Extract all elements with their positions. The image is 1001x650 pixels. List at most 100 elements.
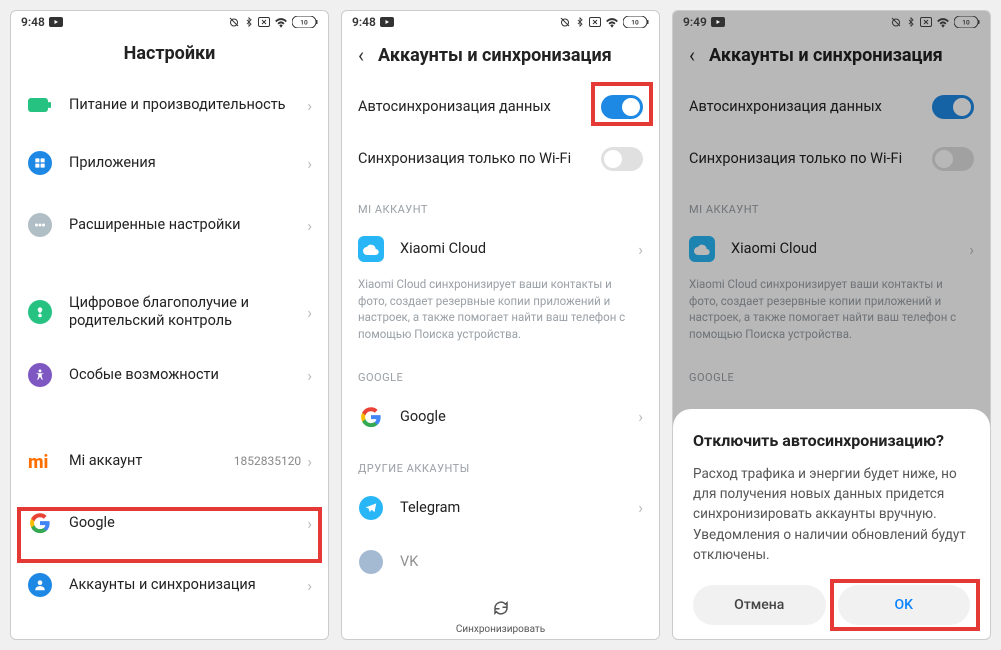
alarm-off-icon bbox=[228, 16, 240, 28]
mi-icon: mi bbox=[27, 448, 53, 474]
wifi-sync-toggle[interactable] bbox=[601, 147, 643, 171]
back-button[interactable]: ‹ bbox=[358, 43, 364, 67]
account-id: 1852835120 bbox=[234, 454, 301, 468]
section-mi: MI АККАУНТ bbox=[342, 185, 659, 222]
chevron-right-icon: › bbox=[969, 240, 974, 259]
row-label: Автосинхронизация данных bbox=[358, 98, 601, 116]
cloud-icon bbox=[689, 236, 715, 262]
row-autosync[interactable]: Автосинхронизация данных bbox=[342, 81, 659, 133]
row-label: Расширенные настройки bbox=[69, 216, 307, 234]
google-icon bbox=[27, 510, 53, 536]
row-label: Автосинхронизация данных bbox=[689, 98, 932, 116]
status-bar: 9:48 10 bbox=[342, 11, 659, 33]
row-accounts-sync[interactable]: Аккаунты и синхронизация › bbox=[11, 554, 328, 616]
wifi-icon bbox=[605, 17, 619, 28]
bluetooth-icon bbox=[906, 16, 916, 28]
person-icon bbox=[27, 572, 53, 598]
alarm-off-icon bbox=[559, 16, 571, 28]
chevron-right-icon: › bbox=[307, 154, 312, 173]
youtube-icon bbox=[49, 17, 63, 27]
bluetooth-icon bbox=[575, 16, 585, 28]
close-box-icon bbox=[589, 17, 601, 27]
row-label: Синхронизация только по Wi-Fi bbox=[689, 150, 932, 168]
row-advanced[interactable]: Расширенные настройки › bbox=[11, 194, 328, 256]
row-label: Telegram bbox=[400, 499, 638, 517]
wifi-icon bbox=[936, 17, 950, 28]
battery-icon: 10 bbox=[292, 16, 318, 28]
row-autosync: Автосинхронизация данных bbox=[673, 81, 990, 133]
row-wellbeing[interactable]: Цифровое благополучие и родительский кон… bbox=[11, 280, 328, 344]
chevron-right-icon: › bbox=[638, 407, 643, 426]
dialog-title: Отключить автосинхронизацию? bbox=[693, 431, 970, 450]
phone-screen-dialog: 9:49 10 ‹ Аккаунты и синхронизация Автос… bbox=[672, 10, 991, 640]
row-label: Xiaomi Cloud bbox=[400, 240, 638, 258]
close-box-icon bbox=[920, 17, 932, 27]
youtube-icon bbox=[380, 17, 394, 27]
bluetooth-icon bbox=[244, 16, 254, 28]
cancel-button[interactable]: Отмена bbox=[693, 585, 826, 625]
svg-text:10: 10 bbox=[962, 19, 970, 27]
row-google-account[interactable]: Google › bbox=[342, 390, 659, 444]
ok-button[interactable]: OK bbox=[838, 585, 971, 625]
chevron-right-icon: › bbox=[307, 96, 312, 115]
row-label: Особые возможности bbox=[69, 366, 307, 384]
chevron-right-icon: › bbox=[307, 514, 312, 533]
row-apps[interactable]: Приложения › bbox=[11, 132, 328, 194]
refresh-icon bbox=[342, 599, 659, 622]
row-accessibility[interactable]: Особые возможности › bbox=[11, 344, 328, 406]
page-title: Настройки bbox=[124, 43, 216, 64]
row-label: Питание и производительность bbox=[69, 96, 307, 114]
sync-label: Синхронизировать bbox=[342, 624, 659, 635]
status-time: 9:49 bbox=[683, 15, 707, 29]
row-xiaomi-cloud: Xiaomi Cloud › bbox=[673, 222, 990, 276]
chevron-right-icon: › bbox=[307, 216, 312, 235]
cloud-description: Xiaomi Cloud синхронизирует ваши контакт… bbox=[673, 276, 990, 353]
cloud-description: Xiaomi Cloud синхронизирует ваши контакт… bbox=[342, 276, 659, 353]
page-title: Аккаунты и синхронизация bbox=[709, 45, 943, 66]
cloud-icon bbox=[358, 236, 384, 262]
back-button[interactable]: ‹ bbox=[689, 43, 695, 67]
row-power[interactable]: Питание и производительность › bbox=[11, 78, 328, 132]
wifi-sync-toggle bbox=[932, 147, 974, 171]
row-telegram[interactable]: Telegram › bbox=[342, 481, 659, 535]
confirm-dialog: Отключить автосинхронизацию? Расход траф… bbox=[673, 409, 990, 639]
row-label: Xiaomi Cloud bbox=[731, 240, 969, 258]
close-box-icon bbox=[258, 17, 270, 27]
battery-icon: 10 bbox=[623, 16, 649, 28]
apps-icon bbox=[27, 150, 53, 176]
battery-icon: 10 bbox=[954, 16, 980, 28]
autosync-toggle[interactable] bbox=[601, 95, 643, 119]
page-title: Аккаунты и синхронизация bbox=[378, 45, 612, 66]
chevron-right-icon: › bbox=[307, 366, 312, 385]
accounts-content: Автосинхронизация данных Синхронизация т… bbox=[342, 81, 659, 639]
row-wifi-sync[interactable]: Синхронизация только по Wi-Fi bbox=[342, 133, 659, 185]
telegram-icon bbox=[358, 495, 384, 521]
google-icon bbox=[358, 404, 384, 430]
row-xiaomi-cloud[interactable]: Xiaomi Cloud › bbox=[342, 222, 659, 276]
chevron-right-icon: › bbox=[638, 240, 643, 259]
page-header: Настройки bbox=[11, 33, 328, 78]
status-bar: 9:48 10 bbox=[11, 11, 328, 33]
svg-text:10: 10 bbox=[631, 19, 639, 27]
svg-text:10: 10 bbox=[300, 19, 308, 27]
section-google: GOOGLE bbox=[342, 353, 659, 390]
row-wifi-sync: Синхронизация только по Wi-Fi bbox=[673, 133, 990, 185]
phone-screen-settings: 9:48 10 Настройки Питание и производител… bbox=[10, 10, 329, 640]
section-other: ДРУГИЕ АККАУНТЫ bbox=[342, 444, 659, 481]
phone-screen-accounts: 9:48 10 ‹ Аккаунты и синхронизация Автос… bbox=[341, 10, 660, 640]
row-vk[interactable]: VK bbox=[342, 535, 659, 589]
status-bar: 9:49 10 bbox=[673, 11, 990, 33]
row-label: Синхронизация только по Wi-Fi bbox=[358, 150, 601, 168]
row-google[interactable]: Google › bbox=[11, 492, 328, 554]
row-mi-account[interactable]: mi Mi аккаунт 1852835120 › bbox=[11, 430, 328, 492]
section-google: GOOGLE bbox=[673, 353, 990, 390]
chevron-right-icon: › bbox=[307, 452, 312, 471]
svg-text:mi: mi bbox=[28, 452, 48, 473]
page-header: ‹ Аккаунты и синхронизация bbox=[673, 33, 990, 81]
chevron-right-icon: › bbox=[307, 576, 312, 595]
settings-list: Питание и производительность › Приложени… bbox=[11, 78, 328, 639]
row-label: Mi аккаунт bbox=[69, 452, 234, 470]
sync-now-button[interactable]: Синхронизировать bbox=[342, 591, 659, 639]
row-label: Цифровое благополучие и родительский кон… bbox=[69, 294, 307, 330]
wellbeing-icon bbox=[27, 299, 53, 325]
